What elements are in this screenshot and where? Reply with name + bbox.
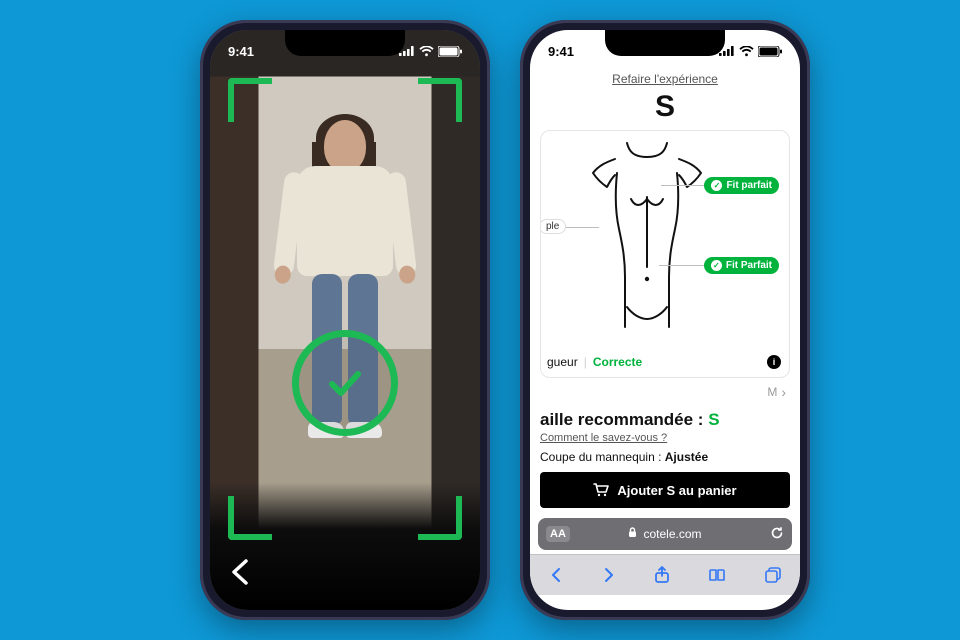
length-row: gueur | Correcte — [547, 355, 642, 369]
fit-badge-hip: ✓ Fit Parfait — [704, 257, 779, 274]
back-button[interactable] — [228, 557, 254, 592]
add-to-cart-button[interactable]: Ajouter S au panier — [540, 472, 790, 508]
viewfinder-corner-br — [418, 496, 462, 540]
battery-icon — [758, 46, 782, 57]
camera-screen: 9:41 — [210, 30, 480, 610]
safari-toolbar — [530, 554, 800, 595]
add-suffix: au panier — [675, 483, 736, 498]
wifi-icon — [419, 46, 434, 57]
fit-badge-label: Fit parfait — [726, 180, 772, 191]
chevron-left-icon — [228, 557, 254, 587]
add-size: S — [667, 483, 676, 498]
checkmark-icon — [322, 360, 368, 406]
check-icon: ✓ — [711, 260, 722, 271]
mannequin-prefix: Coupe du mannequin : — [540, 450, 665, 464]
check-icon: ✓ — [711, 180, 722, 191]
status-time: 9:41 — [228, 44, 254, 59]
lock-icon — [628, 527, 637, 541]
retry-link[interactable]: Refaire l'expérience — [530, 72, 800, 86]
pager-next-label: M — [767, 385, 777, 399]
viewfinder-corner-tl — [228, 78, 272, 122]
chest-tag: ple — [540, 219, 566, 234]
separator: | — [584, 355, 587, 369]
reco-size: S — [708, 410, 719, 429]
fit-badge-label: Fit Parfait — [726, 260, 772, 271]
length-label: gueur — [547, 355, 578, 369]
torso-illustration — [587, 139, 707, 349]
nav-back-icon[interactable] — [549, 567, 563, 583]
viewfinder-corner-bl — [228, 496, 272, 540]
chevron-right-icon: › — [781, 384, 786, 400]
capture-confirm-indicator — [292, 330, 398, 436]
mannequin-cut: Coupe du mannequin : Ajustée — [540, 450, 790, 464]
add-prefix: Ajouter — [617, 483, 666, 498]
tabs-icon[interactable] — [765, 567, 781, 583]
status-time: 9:41 — [548, 44, 574, 59]
result-content: Refaire l'expérience S — [530, 30, 800, 610]
marketing-stage: 9:41 Refaire l'expérience S — [0, 0, 960, 640]
info-icon[interactable]: i — [767, 355, 781, 369]
size-pager[interactable]: M › — [544, 384, 786, 400]
add-label: Ajouter S au panier — [617, 483, 736, 498]
share-icon[interactable] — [654, 566, 670, 584]
bookmarks-icon[interactable] — [708, 568, 726, 582]
reload-icon[interactable] — [770, 526, 784, 543]
phone-camera: 9:41 — [200, 20, 490, 620]
url-domain: cotele.com — [643, 527, 701, 541]
size-heading: S — [530, 90, 800, 124]
notch — [285, 30, 405, 56]
how-do-you-know-link[interactable]: Comment le savez-vous ? — [540, 432, 790, 444]
cart-icon — [593, 483, 609, 497]
mannequin-value: Ajustée — [665, 450, 708, 464]
nav-forward-icon[interactable] — [602, 567, 616, 583]
fit-card: ple ✓ Fit parfait ✓ Fit Parfait gueur | … — [540, 130, 790, 378]
battery-icon — [438, 46, 462, 57]
phone-result: 9:41 Refaire l'expérience S — [520, 20, 810, 620]
length-value: Correcte — [593, 355, 642, 369]
camera-view — [210, 30, 480, 610]
result-screen: 9:41 Refaire l'expérience S — [530, 30, 800, 610]
notch — [605, 30, 725, 56]
fit-badge-shoulder: ✓ Fit parfait — [704, 177, 779, 194]
viewfinder-corner-tr — [418, 78, 462, 122]
wifi-icon — [739, 46, 754, 57]
safari-address-bar[interactable]: AA cotele.com — [538, 518, 792, 550]
reco-label: aille recommandée : — [540, 410, 708, 429]
text-size-button[interactable]: AA — [546, 526, 570, 542]
recommended-size: aille recommandée : S — [540, 410, 790, 430]
